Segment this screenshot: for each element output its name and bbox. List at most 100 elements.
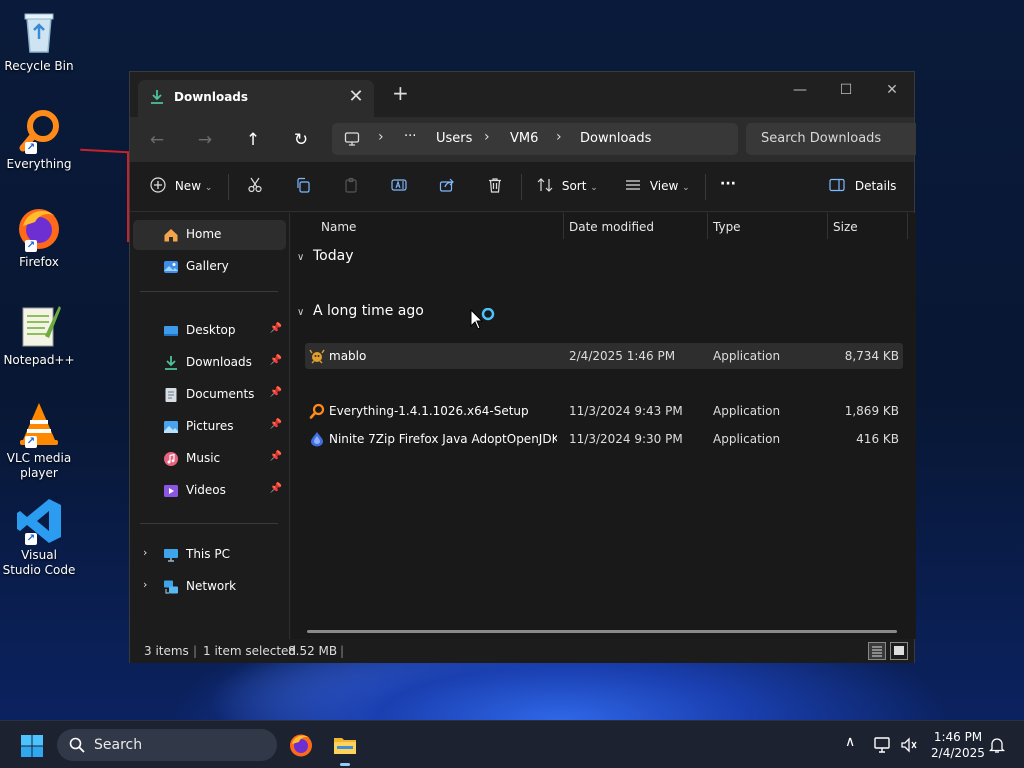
shortcut-arrow-icon: ↗ <box>25 436 37 448</box>
file-name: mablo <box>329 349 367 363</box>
column-header-size[interactable]: Size <box>833 220 858 234</box>
sidebar-item-downloads[interactable]: Downloads 📌 <box>133 348 286 378</box>
file-size: 8,734 KB <box>844 349 899 363</box>
column-header-name[interactable]: Name <box>321 220 356 234</box>
show-hidden-icons-chevron-up-icon[interactable]: ∧ <box>845 734 855 750</box>
sidebar-item-videos[interactable]: Videos 📌 <box>133 476 286 506</box>
sidebar-item-documents[interactable]: Documents 📌 <box>133 380 286 410</box>
close-window-button[interactable]: ✕ <box>869 76 915 104</box>
desktop-icon-vscode[interactable]: ↗ Visual Studio Code <box>2 497 76 578</box>
network-status-icon[interactable] <box>874 736 892 754</box>
pin-icon: 📌 <box>269 419 282 430</box>
tiles-view-toggle[interactable] <box>890 642 908 660</box>
tab-downloads[interactable]: Downloads ✕ <box>138 80 374 117</box>
view-label: View <box>649 179 679 193</box>
chevron-down-icon: ∨ <box>297 307 305 318</box>
sort-button[interactable]: Sort ⌄ <box>537 176 598 196</box>
table-row[interactable]: mablo 2/4/2025 1:46 PM Application 8,734… <box>305 343 903 369</box>
sidebar-item-network[interactable]: › Network <box>133 572 286 602</box>
sidebar-item-gallery[interactable]: Gallery <box>133 252 286 282</box>
sort-label: Sort <box>561 179 587 193</box>
sidebar-divider <box>140 291 278 292</box>
search-input[interactable]: Search Downloads <box>746 123 916 155</box>
group-header-long-ago[interactable]: ∨ A long time ago <box>297 303 424 319</box>
taskbar-search-box[interactable]: Search <box>57 729 277 761</box>
tiles-view-icon <box>894 646 904 655</box>
forward-button[interactable]: → <box>191 127 219 153</box>
paste-button[interactable] <box>343 176 359 196</box>
volume-muted-icon[interactable] <box>900 736 918 754</box>
share-button[interactable] <box>439 176 455 196</box>
up-button[interactable]: ↑ <box>239 127 267 153</box>
file-name: Ninite 7Zip Firefox Java AdoptOpenJDK x.… <box>329 432 557 446</box>
desktop-icon-everything[interactable]: ↗ Everything <box>2 106 76 172</box>
file-explorer-window: Downloads ✕ + — ☐ ✕ ← → ↑ ↻ › ··· Users … <box>129 71 916 663</box>
details-pane-button[interactable]: Details <box>829 176 896 196</box>
minimize-button[interactable]: — <box>777 76 823 104</box>
breadcrumb-vm6[interactable]: VM6 <box>510 131 538 146</box>
refresh-button[interactable]: ↻ <box>287 127 315 153</box>
view-button[interactable]: View ⌄ <box>625 176 690 196</box>
document-icon <box>165 388 177 402</box>
sidebar-item-this-pc[interactable]: › This PC <box>133 540 286 570</box>
desktop-icon-label: Recycle Bin <box>4 59 74 73</box>
desktop-icon-label: VLC media player <box>6 451 72 480</box>
back-button[interactable]: ← <box>143 127 171 153</box>
desktop-icon-label: Notepad++ <box>3 353 75 367</box>
delete-button[interactable] <box>487 176 503 196</box>
desktop-icon-notepadpp[interactable]: Notepad++ <box>2 302 76 368</box>
path-breadcrumb[interactable]: › ··· Users › VM6 › Downloads <box>332 123 738 155</box>
vscode-icon: ↗ <box>15 497 63 545</box>
horizontal-scrollbar[interactable] <box>307 630 897 633</box>
toolbar-divider <box>705 174 706 200</box>
breadcrumb-overflow[interactable]: ··· <box>404 129 416 144</box>
taskbar-search-label: Search <box>94 737 143 753</box>
table-row[interactable]: Everything-1.4.1.1026.x64-Setup 11/3/202… <box>305 398 903 424</box>
new-button[interactable]: New ⌄ <box>150 176 212 196</box>
system-clock[interactable]: 1:46 PM 2/4/2025 <box>926 729 990 761</box>
chevron-right-icon: › <box>484 129 490 145</box>
desktop-icon-vlc[interactable]: ↗ VLC media player <box>2 400 76 481</box>
column-header-type[interactable]: Type <box>713 220 741 234</box>
breadcrumb-users[interactable]: Users <box>436 131 472 146</box>
scissors-icon <box>248 177 262 193</box>
sidebar-item-pictures[interactable]: Pictures 📌 <box>133 412 286 442</box>
gallery-icon <box>164 261 178 273</box>
notification-bell-icon[interactable] <box>988 736 1006 754</box>
desktop-icon-firefox[interactable]: ↗ Firefox <box>2 204 76 270</box>
sidebar-item-label: Network <box>186 579 237 593</box>
desktop-icon-recycle-bin[interactable]: Recycle Bin <box>2 8 76 74</box>
rename-button[interactable] <box>391 176 407 196</box>
file-size: 416 KB <box>856 432 899 446</box>
taskbar-file-explorer-icon[interactable] <box>332 732 358 758</box>
group-header-today[interactable]: ∨ Today <box>297 248 354 264</box>
table-row[interactable]: Ninite 7Zip Firefox Java AdoptOpenJDK x.… <box>305 426 903 452</box>
maximize-button[interactable]: ☐ <box>823 76 869 104</box>
cut-button[interactable] <box>247 176 263 196</box>
more-options-button[interactable]: ··· <box>720 174 736 194</box>
status-bar: 3 items | 1 item selected 8.52 MB | <box>130 639 914 663</box>
status-separator: | <box>340 644 345 658</box>
copy-button[interactable] <box>295 176 311 196</box>
tab-close-button[interactable]: ✕ <box>346 86 366 107</box>
sidebar-item-home[interactable]: Home <box>133 220 286 250</box>
sidebar-item-label: This PC <box>186 547 230 561</box>
breadcrumb-downloads[interactable]: Downloads <box>580 131 651 146</box>
this-pc-icon <box>164 549 178 562</box>
group-label: Today <box>313 248 354 264</box>
title-bar[interactable]: Downloads ✕ + — ☐ ✕ <box>130 72 914 117</box>
list-view-icon <box>626 180 640 190</box>
taskbar: Search ∧ 1:46 PM 2/4/2025 <box>0 720 1024 768</box>
details-view-toggle[interactable] <box>868 642 886 660</box>
vlc-icon: ↗ <box>15 400 63 448</box>
start-button-windows-icon[interactable] <box>20 734 44 758</box>
share-icon <box>439 178 454 192</box>
taskbar-firefox-icon[interactable] <box>288 732 314 758</box>
sidebar-item-music[interactable]: Music 📌 <box>133 444 286 474</box>
new-tab-button[interactable]: + <box>392 83 409 103</box>
videos-icon <box>164 485 178 497</box>
column-header-date[interactable]: Date modified <box>569 220 654 234</box>
toolbar-divider <box>228 174 229 200</box>
sidebar-item-desktop[interactable]: Desktop 📌 <box>133 316 286 346</box>
chevron-down-icon: ⌄ <box>682 183 690 193</box>
